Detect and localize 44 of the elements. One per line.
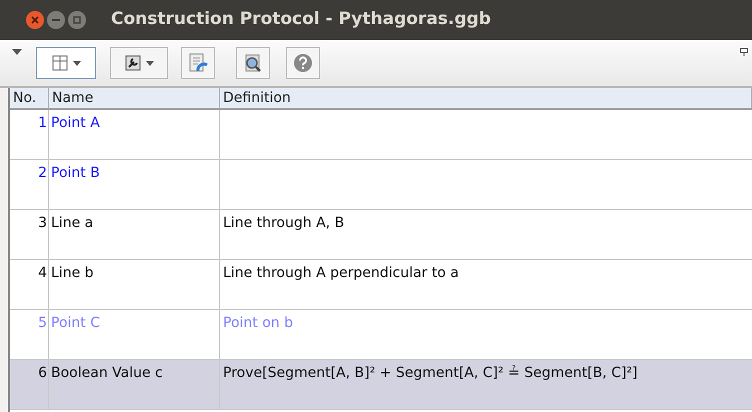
table-cell-text: Prove[Segment[A, B]² + Segment[A, C]² ≟ Segment[B, C]²] bbox=[223, 364, 638, 383]
minimize-icon bbox=[52, 19, 60, 21]
document-icon bbox=[187, 52, 209, 74]
table-row[interactable]: 2 Point B bbox=[10, 160, 752, 210]
table-cell-text: Line b bbox=[51, 264, 94, 283]
table-row[interactable]: 4 Line b Line through A perpendicular to a bbox=[10, 260, 752, 310]
print-preview-button[interactable] bbox=[236, 47, 270, 79]
help-button[interactable] bbox=[286, 47, 320, 79]
close-icon bbox=[31, 16, 39, 24]
table-row[interactable]: 6 Boolean Value c Prove[Segment[A, B]² + Segment[A, C]² ≟ Segment[B, C]²] bbox=[10, 360, 752, 410]
maximize-button[interactable] bbox=[68, 11, 86, 29]
table-cell-text: Point A bbox=[51, 114, 100, 133]
wrench-icon bbox=[124, 55, 140, 71]
export-button[interactable] bbox=[181, 47, 215, 79]
table-row[interactable]: 3 Line a Line through A, B bbox=[10, 210, 752, 260]
table-cell-text: 1 bbox=[38, 114, 47, 133]
tools-menu-button[interactable] bbox=[110, 47, 168, 79]
maximize-icon bbox=[73, 16, 81, 24]
table-cell-text: 5 bbox=[38, 314, 47, 333]
view-menu-button[interactable] bbox=[36, 47, 96, 79]
window-title: Construction Protocol - Pythagoras.ggb bbox=[111, 8, 491, 32]
table-cell-text: Line a bbox=[51, 214, 94, 233]
column-header[interactable]: Definition bbox=[220, 88, 752, 108]
table-icon bbox=[52, 55, 68, 71]
column-header[interactable]: Name bbox=[49, 88, 220, 108]
table-cell-text: Point C bbox=[51, 314, 100, 333]
collapse-icon bbox=[12, 49, 22, 55]
table-cell-text: Line through A, B bbox=[223, 214, 344, 233]
table-cell-text: 6 bbox=[38, 364, 47, 383]
table-cell-text: 2 bbox=[38, 164, 47, 183]
table-cell-text: 3 bbox=[38, 214, 47, 233]
table-cell-text: Point B bbox=[51, 164, 100, 183]
caret-icon bbox=[72, 60, 80, 66]
table-cell-text: Line through A perpendicular to a bbox=[223, 264, 459, 283]
caret-icon bbox=[146, 60, 154, 66]
close-button[interactable] bbox=[26, 11, 44, 29]
table-row[interactable]: 1 Point A bbox=[10, 110, 752, 160]
help-icon bbox=[293, 53, 313, 73]
table-cell-text: Point on b bbox=[223, 314, 293, 333]
table-cell-text: 4 bbox=[38, 264, 47, 283]
table-cell-text: Boolean Value c bbox=[51, 364, 163, 383]
dock-icon[interactable] bbox=[740, 48, 748, 56]
minimize-button[interactable] bbox=[47, 11, 65, 29]
column-header[interactable]: No. bbox=[10, 88, 49, 108]
